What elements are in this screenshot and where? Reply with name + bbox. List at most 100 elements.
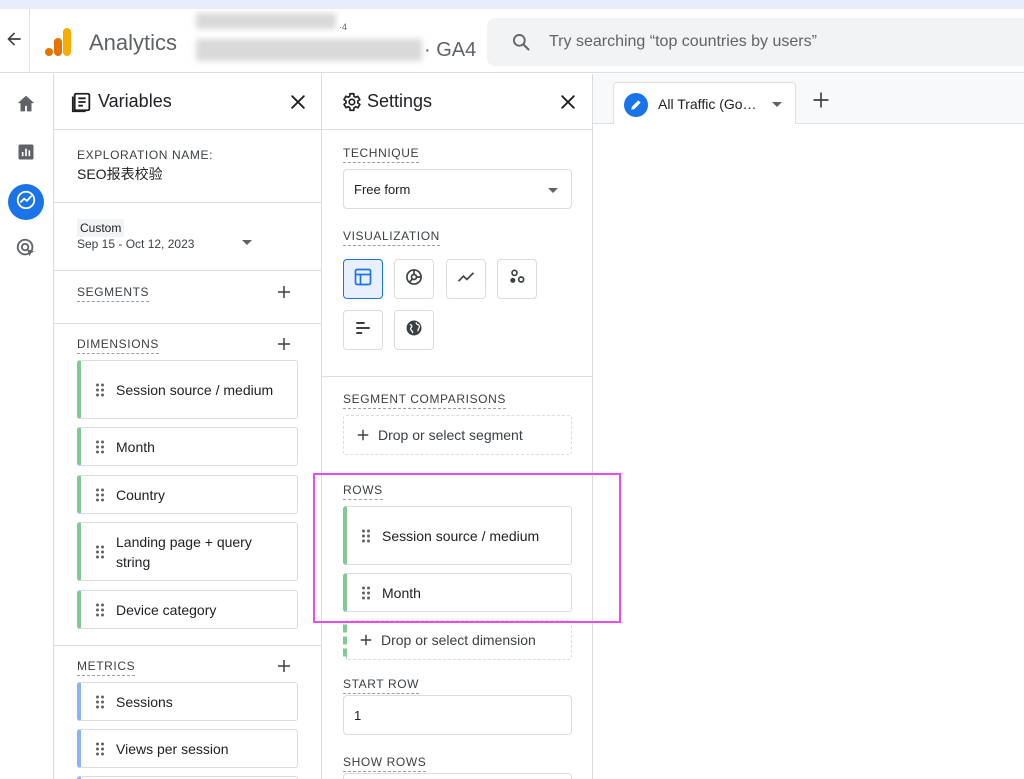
plus-icon [359,633,373,647]
tab-strip: All Traffic (Go… [593,74,1024,124]
start-row-label: START ROW [343,677,420,694]
start-row-input[interactable] [343,695,572,735]
plus-icon [811,90,831,115]
chevron-down-icon [548,188,558,193]
add-tab-button[interactable] [806,87,836,117]
variables-close-icon[interactable] [288,92,308,112]
technique-value: Free form [354,182,411,197]
viz-line-button[interactable] [446,259,486,299]
search-icon [511,32,531,52]
add-metric-icon[interactable] [275,657,293,675]
explore-icon [15,189,37,216]
segments-label: SEGMENTS [77,285,150,302]
donut-chart-icon [404,267,424,292]
exploration-name-value[interactable]: SEO报表校验 [77,164,163,184]
back-arrow-icon[interactable] [4,29,24,49]
chip-label: Country [116,486,166,503]
show-rows-input[interactable] [343,773,572,779]
nav-reports[interactable] [8,136,44,172]
date-range-value[interactable]: Sep 15 - Oct 12, 2023 [77,237,194,251]
dimensions-label: DIMENSIONS [77,337,160,354]
tab-all-traffic[interactable]: All Traffic (Go… [613,82,796,124]
settings-close-icon[interactable] [558,92,578,112]
search-input[interactable] [549,29,1009,55]
app-header: Analytics ·4 · GA4 [0,9,1024,73]
viz-geo-button[interactable] [394,310,434,350]
drag-handle-icon[interactable] [95,440,105,454]
viz-bar-button[interactable] [343,310,383,350]
redacted-account-name [196,13,336,29]
dimension-chip-month[interactable]: Month [77,427,298,466]
property-selector[interactable]: · GA4 [424,39,476,62]
drag-handle-icon[interactable] [95,383,105,397]
chip-label: Sessions [116,693,173,710]
date-dropdown-icon[interactable] [242,240,252,245]
plus-icon [356,428,370,442]
settings-header: Settings [322,74,592,130]
drag-handle-icon[interactable] [95,545,105,559]
drag-handle-icon[interactable] [95,695,105,709]
chip-label: Landing page + query string [116,533,252,570]
redacted-property-name [196,39,422,61]
exploration-name-label: EXPLORATION NAME: [77,148,214,162]
drag-handle-icon[interactable] [361,586,371,600]
pencil-icon[interactable] [624,93,648,117]
chip-label: Device category [116,601,217,618]
drag-handle-icon[interactable] [95,603,105,617]
tab-dropdown-icon[interactable] [772,102,782,107]
add-segment-icon[interactable] [275,283,293,301]
target-cursor-icon [15,237,37,264]
dimension-drop-label: Drop or select dimension [381,632,536,648]
tab-label: All Traffic (Go… [658,96,757,112]
drag-handle-icon[interactable] [95,488,105,502]
bar-chart-icon [16,142,36,167]
segment-drop-zone[interactable]: Drop or select segment [343,415,572,455]
dimension-chip-country[interactable]: Country [77,475,298,514]
drag-handle-icon[interactable] [95,742,105,756]
metric-chip-views-per-session[interactable]: Views per session [77,729,298,768]
row-chip-session-source-medium[interactable]: Session source / medium [343,506,572,565]
divider [54,270,321,271]
viz-donut-button[interactable] [394,259,434,299]
dimension-drop-zone[interactable]: Drop or select dimension [343,620,572,660]
home-icon [15,93,37,120]
variables-panel: Variables EXPLORATION NAME: SEO报表校验 Cust… [54,74,322,779]
row-chip-month[interactable]: Month [343,573,572,612]
divider [54,323,321,324]
dimension-chip-device-category[interactable]: Device category [77,590,298,629]
nav-explore[interactable] [8,184,44,220]
gear-icon [340,91,362,113]
variables-header: Variables [54,74,321,130]
nav-advertising[interactable] [8,232,44,268]
chip-label: Month [116,438,155,455]
variables-title: Variables [98,91,172,111]
account-name-fragment: ·4 [339,22,348,32]
dimension-chip-landing-page[interactable]: Landing page + query string [77,522,298,581]
settings-panel: Settings TECHNIQUE Free form VISUALIZATI… [322,74,593,779]
segment-drop-label: Drop or select segment [378,427,523,443]
add-dimension-icon[interactable] [275,335,293,353]
globe-icon [404,318,424,343]
chip-label: Views per session [116,740,229,757]
technique-label: TECHNIQUE [343,146,420,163]
table-icon [353,267,373,292]
dimension-chip-session-source-medium[interactable]: Session source / medium [77,360,298,419]
viz-scatter-button[interactable] [497,259,537,299]
chip-label: Session source / medium [382,527,540,544]
viz-table-button[interactable] [343,259,383,299]
settings-title: Settings [367,91,433,111]
technique-select[interactable]: Free form [343,169,572,209]
date-custom-badge: Custom [77,219,125,237]
search-bar[interactable] [487,18,1024,66]
divider [54,202,321,203]
nav-home[interactable] [8,88,44,124]
analytics-logo-icon[interactable] [44,26,72,58]
browser-top-strip [0,0,1024,9]
scatter-plot-icon [507,267,527,292]
chip-label: Month [382,584,421,601]
drag-handle-icon[interactable] [361,529,371,543]
metric-chip-sessions[interactable]: Sessions [77,682,298,721]
exploration-canvas: All Traffic (Go… [593,74,1024,779]
rows-label: ROWS [343,483,383,500]
line-chart-icon [456,267,476,292]
